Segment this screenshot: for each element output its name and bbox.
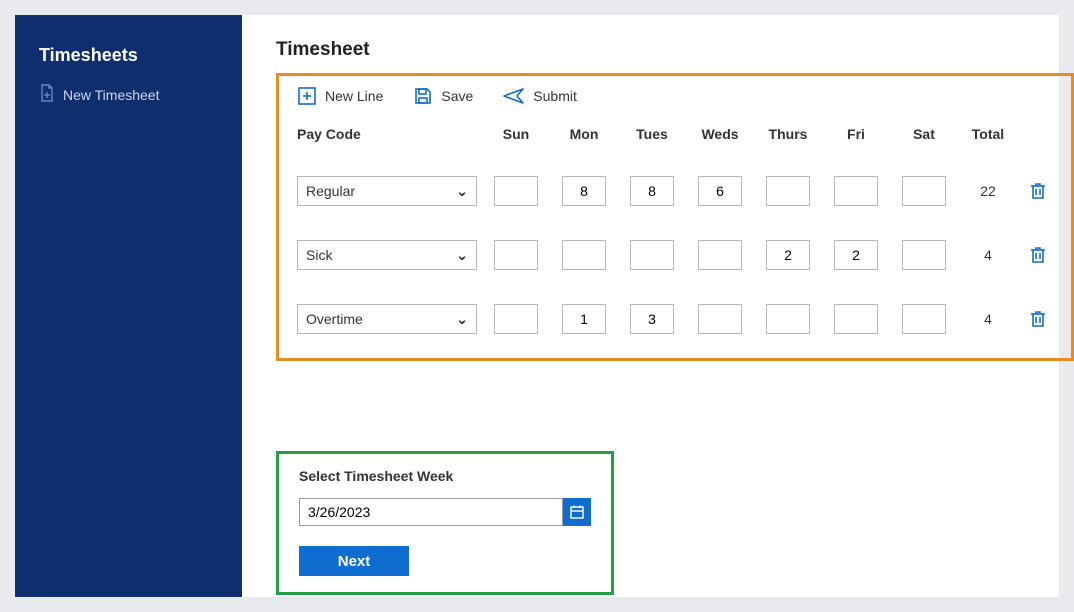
hours-input-sun[interactable]: [494, 240, 538, 270]
hours-input-fri[interactable]: [834, 176, 878, 206]
hours-input-sat[interactable]: [902, 176, 946, 206]
trash-icon: [1029, 309, 1047, 329]
hours-input-sun[interactable]: [494, 176, 538, 206]
sidebar-item-new-timesheet[interactable]: New Timesheet: [39, 84, 218, 105]
col-header-sun: Sun: [487, 126, 545, 142]
col-header-mon: Mon: [555, 126, 613, 142]
hours-input-thurs[interactable]: [766, 304, 810, 334]
hours-input-fri[interactable]: [834, 304, 878, 334]
chevron-down-icon: ⌄: [456, 247, 468, 264]
timesheet-grid: Pay Code Sun Mon Tues Weds Thurs Fri Sat…: [297, 126, 1053, 334]
app-frame: Timesheets New Timesheet Timesheet: [15, 15, 1059, 597]
next-button[interactable]: Next: [299, 546, 409, 576]
calendar-icon: [569, 504, 585, 520]
timesheet-grid-region: New Line Save Subm: [276, 73, 1074, 361]
week-date-input[interactable]: [299, 498, 563, 526]
row-total: 22: [963, 183, 1013, 199]
paycode-select[interactable]: Overtime ⌄: [297, 304, 477, 334]
week-picker-region: Select Timesheet Week Next: [276, 451, 614, 595]
col-header-paycode: Pay Code: [297, 126, 477, 142]
hours-input-sat[interactable]: [902, 240, 946, 270]
delete-row-button[interactable]: [1023, 181, 1053, 201]
hours-input-mon[interactable]: [562, 240, 606, 270]
save-icon: [413, 86, 433, 106]
sidebar-item-label: New Timesheet: [63, 87, 159, 103]
hours-input-weds[interactable]: [698, 304, 742, 334]
submit-icon: [503, 87, 525, 105]
hours-input-sat[interactable]: [902, 304, 946, 334]
hours-input-fri[interactable]: [834, 240, 878, 270]
trash-icon: [1029, 181, 1047, 201]
delete-row-button[interactable]: [1023, 309, 1053, 329]
col-header-total: Total: [963, 126, 1013, 142]
col-header-sat: Sat: [895, 126, 953, 142]
submit-button[interactable]: Submit: [503, 87, 577, 105]
hours-input-tues[interactable]: [630, 240, 674, 270]
sidebar-title: Timesheets: [39, 45, 218, 66]
week-picker-label: Select Timesheet Week: [299, 468, 591, 484]
new-line-button[interactable]: New Line: [297, 86, 383, 106]
hours-input-weds[interactable]: [698, 240, 742, 270]
date-row: [299, 498, 591, 526]
main-content: Timesheet New Line: [242, 15, 1074, 597]
plus-box-icon: [297, 86, 317, 106]
calendar-button[interactable]: [563, 498, 591, 526]
paycode-value: Sick: [306, 247, 332, 263]
chevron-down-icon: ⌄: [456, 183, 468, 200]
hours-input-mon[interactable]: [562, 176, 606, 206]
page-title: Timesheet: [276, 39, 1074, 61]
hours-input-mon[interactable]: [562, 304, 606, 334]
hours-input-thurs[interactable]: [766, 176, 810, 206]
save-label: Save: [441, 88, 473, 104]
sidebar: Timesheets New Timesheet: [15, 15, 242, 597]
paycode-select[interactable]: Regular ⌄: [297, 176, 477, 206]
save-button[interactable]: Save: [413, 86, 473, 106]
col-header-weds: Weds: [691, 126, 749, 142]
paycode-select[interactable]: Sick ⌄: [297, 240, 477, 270]
col-header-thurs: Thurs: [759, 126, 817, 142]
new-line-label: New Line: [325, 88, 383, 104]
hours-input-weds[interactable]: [698, 176, 742, 206]
hours-input-thurs[interactable]: [766, 240, 810, 270]
row-total: 4: [963, 247, 1013, 263]
row-total: 4: [963, 311, 1013, 327]
hours-input-tues[interactable]: [630, 176, 674, 206]
hours-input-tues[interactable]: [630, 304, 674, 334]
trash-icon: [1029, 245, 1047, 265]
col-header-tues: Tues: [623, 126, 681, 142]
paycode-value: Regular: [306, 183, 355, 199]
hours-input-sun[interactable]: [494, 304, 538, 334]
paycode-value: Overtime: [306, 311, 363, 327]
delete-row-button[interactable]: [1023, 245, 1053, 265]
submit-label: Submit: [533, 88, 577, 104]
col-header-fri: Fri: [827, 126, 885, 142]
chevron-down-icon: ⌄: [456, 311, 468, 328]
toolbar: New Line Save Subm: [297, 86, 1053, 106]
new-timesheet-icon: [39, 84, 55, 105]
